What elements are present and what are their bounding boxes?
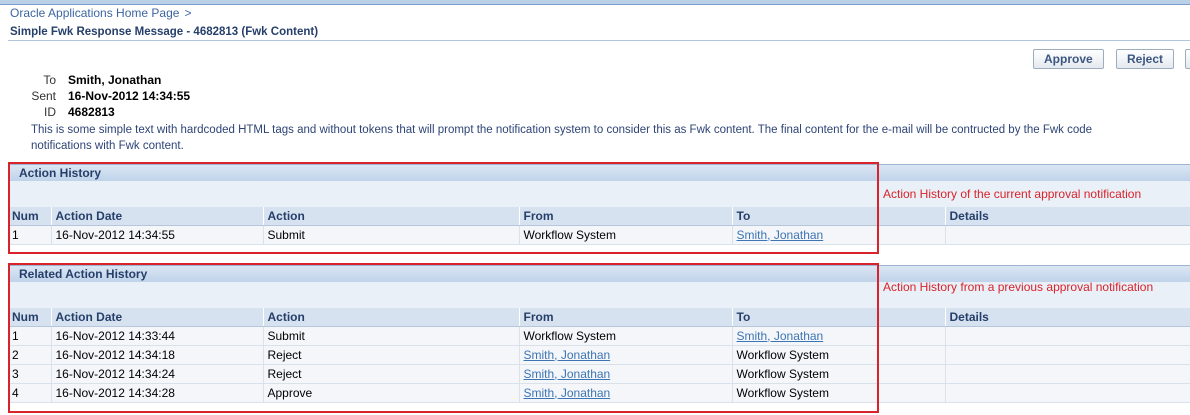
row-num-cell: 4 <box>8 383 52 403</box>
to-cell: Smith, Jonathan <box>732 225 946 245</box>
action-history-table: Num Action Date Action From To Details 1 16-No… <box>8 207 1190 245</box>
from-cell: Workflow System <box>519 225 733 245</box>
column-header: Details <box>945 308 1190 327</box>
table-row: 1 16-Nov-2012 14:33:44 Submit Workflow Syst… <box>8 326 1190 346</box>
column-header: From <box>519 308 733 327</box>
action-date-cell: 16-Nov-2012 14:34:55 <box>51 225 264 245</box>
title-divider <box>8 40 1190 41</box>
action-cell: Reject <box>263 364 520 384</box>
details-cell <box>945 326 1190 346</box>
breadcrumb-separator: > <box>184 6 192 20</box>
to-label: To <box>43 73 56 87</box>
action-history-annotation: Action History of the current approval n… <box>883 187 1142 201</box>
action-date-cell: 16-Nov-2012 14:34:28 <box>51 383 264 403</box>
user-link[interactable]: Smith, Jonathan <box>524 386 611 400</box>
user-link[interactable]: Smith, Jonathan <box>737 228 824 242</box>
related-action-history-header-row: Num Action Date Action From To Details <box>8 308 1190 327</box>
details-cell <box>945 364 1190 384</box>
to-cell: Workflow System <box>732 364 946 384</box>
row-num-cell: 1 <box>8 326 52 346</box>
column-header: Action <box>263 308 520 327</box>
column-header: Action Date <box>51 207 264 226</box>
related-action-history-annotation: Action History from a previous approval … <box>883 280 1154 294</box>
user-link[interactable]: Smith, Jonathan <box>524 348 611 362</box>
related-action-history-table: Num Action Date Action From To Details 1 16-No… <box>8 308 1190 403</box>
column-header: Details <box>945 207 1190 226</box>
action-history-header-row: Num Action Date Action From To Details <box>8 207 1190 226</box>
page-title: Simple Fwk Response Message - 4682813 (F… <box>10 26 319 38</box>
breadcrumb-home-link[interactable]: Oracle Applications Home Page <box>10 6 179 20</box>
breadcrumb: Oracle Applications Home Page > <box>10 6 191 20</box>
column-header: Action <box>263 207 520 226</box>
row-num-cell: 2 <box>8 345 52 365</box>
reject-button[interactable]: Reject <box>1116 49 1175 69</box>
action-date-cell: 16-Nov-2012 14:34:18 <box>51 345 264 365</box>
to-cell: Smith, Jonathan <box>732 326 946 346</box>
action-cell: Reject <box>263 345 520 365</box>
from-cell: Smith, Jonathan <box>519 345 733 365</box>
table-row: 4 16-Nov-2012 14:34:28 Approve Smith, Jonat… <box>8 383 1190 403</box>
action-cell: Submit <box>263 326 520 346</box>
details-cell <box>945 225 1190 245</box>
sent-label: Sent <box>31 89 56 103</box>
action-date-cell: 16-Nov-2012 14:34:24 <box>51 364 264 384</box>
column-header: To <box>732 207 946 226</box>
to-cell: Workflow System <box>732 345 946 365</box>
table-row: 3 16-Nov-2012 14:34:24 Reject Smith, Jonath… <box>8 364 1190 384</box>
action-date-cell: 16-Nov-2012 14:33:44 <box>51 326 264 346</box>
table-row: 1 16-Nov-2012 14:34:55 Submit Workflow Syst… <box>8 225 1190 245</box>
details-cell <box>945 345 1190 365</box>
column-header: To <box>732 308 946 327</box>
from-cell: Smith, Jonathan <box>519 383 733 403</box>
table-row: 2 16-Nov-2012 14:34:18 Reject Smith, Jonath… <box>8 345 1190 365</box>
id-label: ID <box>44 105 56 119</box>
column-header: Action Date <box>51 308 264 327</box>
from-cell: Workflow System <box>519 326 733 346</box>
column-header: Num <box>8 207 52 226</box>
action-cell: Submit <box>263 225 520 245</box>
to-cell: Workflow System <box>732 383 946 403</box>
to-value: Smith, Jonathan <box>68 73 162 87</box>
details-cell <box>945 383 1190 403</box>
column-header: From <box>519 207 733 226</box>
row-num-cell: 3 <box>8 364 52 384</box>
top-banner <box>0 0 1190 5</box>
id-value: 4682813 <box>68 105 115 119</box>
user-link[interactable]: Smith, Jonathan <box>524 367 611 381</box>
user-link[interactable]: Smith, Jonathan <box>737 329 824 343</box>
approve-button[interactable]: Approve <box>1033 49 1104 69</box>
row-num-cell: 1 <box>8 225 52 245</box>
from-cell: Smith, Jonathan <box>519 364 733 384</box>
sent-value: 16-Nov-2012 14:34:55 <box>68 89 191 103</box>
action-cell: Approve <box>263 383 520 403</box>
column-header: Num <box>8 308 52 327</box>
overflow-button[interactable] <box>1185 49 1190 69</box>
action-history-header: Action History <box>8 164 1190 181</box>
notification-body: This is some simple text with hardcoded … <box>31 124 1093 152</box>
